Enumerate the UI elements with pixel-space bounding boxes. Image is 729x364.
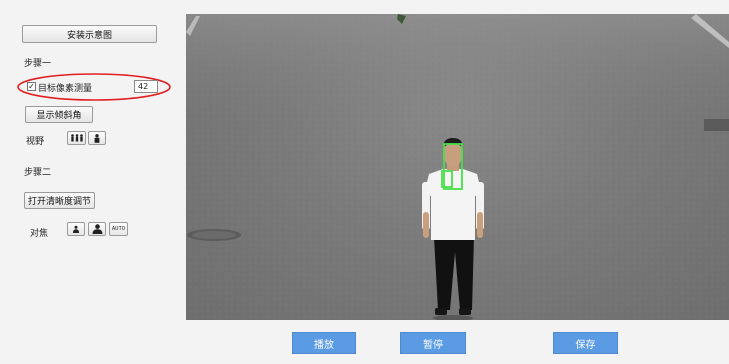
view-wide-button[interactable] [67, 131, 86, 145]
people-group-icon [70, 134, 83, 142]
person-icon [94, 133, 100, 143]
save-button[interactable]: 保存 [553, 332, 618, 354]
show-tilt-button[interactable]: 显示倾斜角 [25, 106, 93, 123]
video-preview[interactable] [186, 14, 729, 320]
play-button[interactable]: 播放 [292, 332, 356, 354]
save-button-label: 保存 [575, 339, 596, 351]
step1-label: 步骤一 [24, 59, 52, 69]
target-pixel-label: 目标像素测量 [38, 84, 93, 94]
install-diagram-button-label: 安装示意图 [66, 30, 112, 41]
focus-label: 对焦 [30, 229, 49, 239]
pause-button[interactable]: 暂停 [400, 332, 466, 354]
install-diagram-button[interactable]: 安装示意图 [22, 25, 157, 43]
step2-label: 步骤二 [24, 168, 52, 178]
open-clarity-button[interactable]: 打开清晰度调节 [24, 192, 95, 209]
pause-button-label: 暂停 [423, 339, 443, 351]
show-tilt-button-label: 显示倾斜角 [36, 111, 82, 121]
focus-auto-button[interactable]: AUTO [109, 222, 128, 236]
focus-auto-label: AUTO [111, 226, 126, 232]
view-label: 视野 [26, 137, 45, 147]
target-pixel-checkbox[interactable]: ✓ [27, 82, 36, 91]
target-pixel-input[interactable]: 42 [134, 80, 158, 93]
focus-far-button[interactable] [88, 222, 106, 236]
focus-near-button[interactable] [67, 222, 85, 236]
video-frame [186, 14, 729, 320]
person-large-icon [92, 224, 102, 234]
person-small-icon [73, 225, 79, 233]
open-clarity-button-label: 打开清晰度调节 [27, 197, 91, 207]
view-narrow-button[interactable] [88, 131, 106, 145]
play-button-label: 播放 [314, 339, 334, 351]
